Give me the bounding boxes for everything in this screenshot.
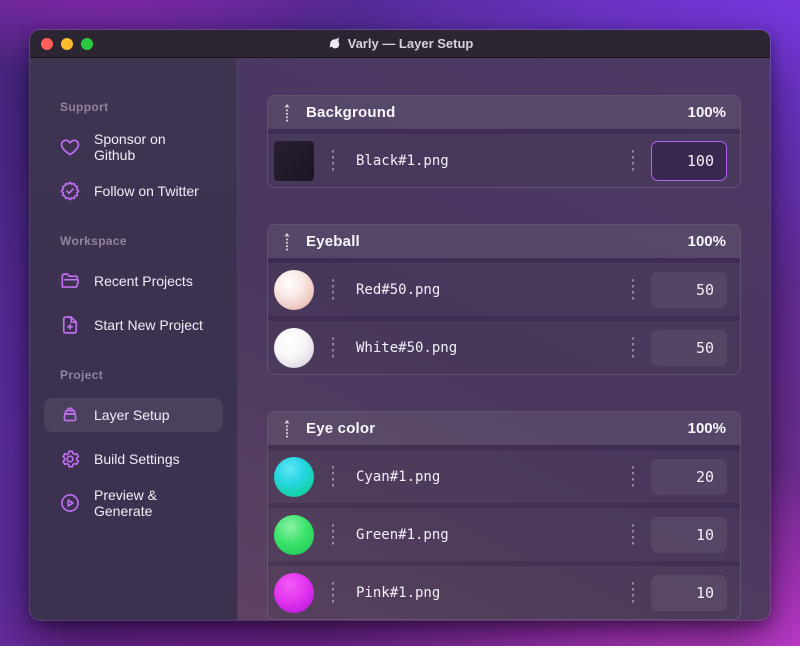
layer-row: Pink#1.png [268,566,740,619]
sidebar-item-preview-generate[interactable]: Preview & Generate [44,486,223,520]
dashed-separator-icon [632,581,634,604]
sidebar-item-layer-setup[interactable]: Layer Setup [44,398,223,432]
layer-weight-input[interactable] [651,574,727,611]
sidebar-item-label: Follow on Twitter [94,183,199,199]
layer-group-name: Eyeball [306,233,360,250]
badge-check-icon [59,180,81,202]
dashed-separator-icon [332,149,334,172]
play-circle-icon [59,492,81,514]
sidebar-section: Support Sponsor on Github Follow on Twitte… [30,100,237,208]
layer-row: Green#1.png [268,508,740,561]
black-square-thumb [274,140,314,181]
sidebar: Support Sponsor on Github Follow on Twitte… [30,58,238,620]
sidebar-item-start-new-project[interactable]: Start New Project [44,308,223,342]
layer-file-name: Pink#1.png [356,584,441,601]
layer-group-name: Eye color [306,420,376,437]
sidebar-item-follow-on-twitter[interactable]: Follow on Twitter [44,174,223,208]
window-body: Support Sponsor on Github Follow on Twitte… [30,58,770,620]
white-pearl-thumb [274,327,314,368]
layer-group: Eye color 100% Cyan#1.png Green#1.png Pink#1… [267,411,741,620]
drag-handle-icon[interactable] [282,231,292,253]
layer-group: Eyeball 100% Red#50.png White#50.png [267,224,741,375]
sidebar-section-label: Workspace [60,234,127,248]
pink-ball-thumb [274,572,314,613]
layer-group: Background 100% Black#1.png [267,95,741,188]
layer-weight-input[interactable] [651,271,727,308]
dashed-separator-icon [332,523,334,546]
layer-row: Red#50.png [268,263,740,316]
sidebar-item-label: Preview & Generate [94,487,158,519]
window-title: Varly — Layer Setup [30,30,770,57]
layer-file-name: Black#1.png [356,152,449,169]
layer-file-name: Cyan#1.png [356,468,441,485]
layer-row: Cyan#1.png [268,450,740,503]
green-ball-thumb [274,514,314,555]
window-title-text: Varly — Layer Setup [347,36,474,51]
dashed-separator-icon [632,278,634,301]
titlebar[interactable]: Varly — Layer Setup [30,30,770,58]
layer-row: Black#1.png [268,134,740,187]
heart-icon [59,136,81,158]
sidebar-item-label: Recent Projects [94,273,193,289]
gear-icon [59,448,81,470]
minimize-button[interactable] [61,37,73,50]
toolbox-icon [59,404,81,426]
sidebar-item-sponsor-on-github[interactable]: Sponsor on Github [44,130,223,164]
dashed-separator-icon [332,465,334,488]
layer-weight-input[interactable] [651,140,727,181]
layer-row: White#50.png [268,321,740,374]
layer-file-name: White#50.png [356,339,458,356]
sidebar-section: Project Layer Setup Build Settings Preview … [30,368,237,520]
dashed-separator-icon [332,581,334,604]
red-pearl-thumb [274,269,314,310]
dashed-separator-icon [332,336,334,359]
sidebar-item-label: Layer Setup [94,407,170,423]
sidebar-item-label: Start New Project [94,317,203,333]
sidebar-section-label: Project [60,368,104,382]
layer-weight-input[interactable] [651,458,727,495]
sidebar-section: Workspace Recent Projects Start New Projec… [30,234,237,342]
layer-list: Background 100% Black#1.png Eyeball 100% Red#… [238,58,770,620]
layer-file-name: Red#50.png [356,281,441,298]
dashed-separator-icon [632,523,634,546]
sidebar-item-label: Sponsor on Github [94,131,166,163]
sidebar-item-label: Build Settings [94,451,180,467]
dashed-separator-icon [632,465,634,488]
file-plus-icon [59,314,81,336]
zoom-button[interactable] [81,37,93,50]
dashed-separator-icon [632,336,634,359]
cyan-ball-thumb [274,456,314,497]
sidebar-item-recent-projects[interactable]: Recent Projects [44,264,223,298]
drag-handle-icon[interactable] [282,102,292,124]
unicorn-icon [327,36,342,51]
layer-group-header: Eyeball 100% [268,225,740,258]
layer-group-header: Eye color 100% [268,412,740,445]
close-button[interactable] [41,37,53,50]
layer-group-weight: 100% [687,233,726,250]
sidebar-item-build-settings[interactable]: Build Settings [44,442,223,476]
sidebar-section-label: Support [60,100,109,114]
dashed-separator-icon [332,278,334,301]
layer-group-header: Background 100% [268,96,740,129]
layer-weight-input[interactable] [651,516,727,553]
dashed-separator-icon [632,149,634,172]
layer-group-name: Background [306,104,396,121]
folder-open-icon [59,270,81,292]
traffic-lights [30,37,93,50]
layer-group-weight: 100% [687,420,726,437]
layer-weight-input[interactable] [651,329,727,366]
layer-group-weight: 100% [687,104,726,121]
app-window: Varly — Layer Setup Support Sponsor on Gi… [29,29,771,621]
drag-handle-icon[interactable] [282,418,292,440]
layer-file-name: Green#1.png [356,526,449,543]
